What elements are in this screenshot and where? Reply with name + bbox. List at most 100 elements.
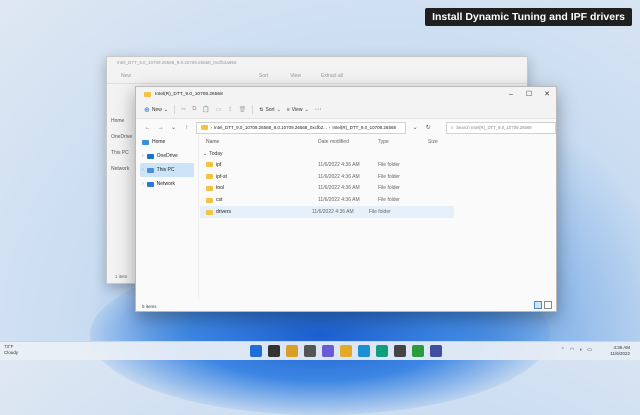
back-window-status: 1 item: [115, 274, 128, 279]
windows-icon[interactable]: [250, 345, 262, 357]
file-row[interactable]: ipf 11/6/2022 4:36 AM File folder: [200, 159, 556, 171]
battery-icon[interactable]: ▭: [587, 347, 592, 353]
task-view-icon[interactable]: [304, 345, 316, 357]
network-icon: [146, 181, 154, 187]
folder-icon: [206, 197, 213, 203]
xbox-icon[interactable]: [412, 345, 424, 357]
plus-icon: ⊕: [144, 106, 150, 114]
clock[interactable]: 4:36 AM 11/6/2022: [610, 345, 630, 357]
back-window-sidebar: Home OneDrive This PC Network: [111, 113, 137, 177]
store-icon[interactable]: [394, 345, 406, 357]
maximize-button[interactable]: ☐: [520, 90, 538, 98]
back-window-title: Intel_DTT_9.0_10709.26568_9.0.10709.2656…: [117, 60, 237, 65]
share-icon[interactable]: ⇪: [228, 106, 233, 113]
back-sidebar-onedrive[interactable]: OneDrive: [111, 129, 137, 145]
weather-widget[interactable]: 73°F Cloudy: [4, 344, 18, 356]
back-arrow-icon[interactable]: ←: [144, 125, 151, 131]
taskbar-apps: [250, 345, 442, 357]
nav-item-home[interactable]: Home: [136, 135, 198, 149]
nav-item-network[interactable]: › Network: [136, 177, 198, 191]
minimize-button[interactable]: –: [502, 91, 520, 98]
navigation-pane: Home › OneDrive › This PC › Network: [136, 135, 199, 299]
folder-icon: [201, 125, 209, 130]
forward-arrow-icon[interactable]: →: [157, 125, 164, 131]
view-toggle: [534, 301, 552, 309]
search-input[interactable]: ⌕ Search Intel(R)_DTT_9.0_10709.26568: [445, 121, 557, 134]
folder-icon: [206, 185, 213, 191]
more-options-icon[interactable]: ···: [315, 106, 322, 113]
view-button[interactable]: ≡ View ⌄: [287, 107, 309, 113]
column-headers: Name Date modified Type Size: [200, 135, 556, 149]
title-bar[interactable]: Intel(R)_DTT_9.0_10709.26568 – ☐ ✕: [136, 87, 556, 101]
close-button[interactable]: ✕: [538, 90, 556, 98]
breadcrumb-segment[interactable]: Intel_DTT_9.0_10709.26568_9.0.10709.2656…: [214, 125, 327, 130]
taskbar: 73°F Cloudy ⌃ ◠ ◖ ▭ 4:36 AM 11/6/2022: [0, 341, 640, 360]
breadcrumb-segment[interactable]: Intel(R)_DTT_9.0_10709.26568: [332, 125, 396, 130]
folder-icon: [206, 174, 213, 180]
edge-dev-icon[interactable]: [376, 345, 388, 357]
back-view-button[interactable]: View: [290, 73, 301, 79]
rename-icon[interactable]: ▭: [216, 106, 222, 113]
system-tray: ⌃ ◠ ◖ ▭: [561, 347, 592, 353]
clock-date: 11/6/2022: [610, 351, 630, 356]
chat-icon[interactable]: [322, 345, 334, 357]
volume-icon[interactable]: ◖: [579, 347, 582, 353]
view-icon: ≡: [286, 106, 290, 113]
expand-chevron-icon[interactable]: ›: [142, 181, 144, 187]
column-type[interactable]: Type: [378, 139, 428, 145]
back-sidebar-thispc[interactable]: This PC: [111, 145, 137, 161]
address-row: ← → ⌄ ↑ › Intel_DTT_9.0_10709.26568_9.0.…: [136, 119, 557, 136]
cloud-icon: [146, 153, 154, 159]
new-button[interactable]: ⊕ New ⌄: [144, 106, 168, 114]
sort-icon: ⇅: [259, 106, 264, 113]
computer-icon: [146, 167, 154, 173]
file-row[interactable]: tool 11/6/2022 4:36 AM File folder: [200, 183, 556, 195]
delete-icon[interactable]: 🗑: [239, 106, 247, 113]
column-size[interactable]: Size: [428, 139, 468, 145]
file-list: Name Date modified Type Size ⌄ Today ipf…: [200, 135, 556, 299]
edge-icon[interactable]: [358, 345, 370, 357]
back-sidebar-home[interactable]: Home: [111, 113, 137, 129]
folder-icon: [144, 91, 151, 97]
folder-icon: [206, 162, 213, 168]
sort-button[interactable]: ⇅ Sort ⌄: [259, 107, 281, 113]
wifi-icon[interactable]: ◠: [570, 347, 574, 353]
file-row-drivers[interactable]: drivers 11/6/2022 4:36 AM File folder: [200, 206, 454, 218]
tiles-view-icon[interactable]: [544, 301, 552, 309]
folder-icon: [206, 209, 213, 215]
back-new-button[interactable]: New: [121, 73, 131, 79]
column-name[interactable]: Name: [206, 139, 318, 145]
chevron-down-icon: ⌄: [163, 106, 169, 113]
refresh-icon[interactable]: ↻: [425, 124, 432, 131]
nav-item-this-pc[interactable]: › This PC: [140, 163, 194, 177]
up-arrow-icon[interactable]: ↑: [183, 125, 190, 131]
address-dropdown-icon[interactable]: ⌄: [412, 124, 419, 131]
copy-icon[interactable]: ⧉: [192, 106, 196, 113]
command-bar: ⊕ New ⌄ ✂ ⧉ 📋 ▭ ⇪ 🗑 ⇅ Sort ⌄ ≡ View ⌄ ···: [136, 101, 556, 119]
nav-item-onedrive[interactable]: › OneDrive: [136, 149, 198, 163]
file-row[interactable]: cst 11/6/2022 4:36 AM File folder: [200, 194, 556, 206]
back-sort-button[interactable]: Sort: [259, 73, 268, 79]
home-icon: [142, 139, 149, 145]
divider: [252, 105, 254, 114]
cut-icon[interactable]: ✂: [181, 106, 186, 113]
back-extract-button[interactable]: Extract all: [321, 73, 343, 79]
expand-chevron-icon[interactable]: ›: [142, 153, 144, 159]
expand-chevron-icon[interactable]: ›: [142, 167, 144, 173]
files-icon[interactable]: [286, 345, 298, 357]
weather-desc: Cloudy: [4, 350, 19, 355]
search-icon[interactable]: [268, 345, 280, 357]
explorer-icon[interactable]: [340, 345, 352, 357]
terminal-icon[interactable]: [430, 345, 442, 357]
recent-chevron-icon[interactable]: ⌄: [170, 124, 177, 131]
file-row[interactable]: ipf-st 11/6/2022 4:36 AM File folder: [200, 171, 556, 183]
paste-icon[interactable]: 📋: [202, 106, 209, 113]
group-header[interactable]: ⌄ Today: [200, 149, 556, 159]
explorer-window[interactable]: Intel(R)_DTT_9.0_10709.26568 – ☐ ✕ ⊕ New ⌄…: [135, 86, 557, 312]
back-sidebar-network[interactable]: Network: [111, 161, 137, 177]
details-view-icon[interactable]: [534, 301, 542, 309]
address-bar[interactable]: › Intel_DTT_9.0_10709.26568_9.0.10709.26…: [196, 121, 406, 134]
window-title: Intel(R)_DTT_9.0_10709.26568: [155, 91, 223, 97]
chevron-up-icon[interactable]: ⌃: [561, 347, 565, 353]
column-date[interactable]: Date modified: [318, 139, 378, 145]
